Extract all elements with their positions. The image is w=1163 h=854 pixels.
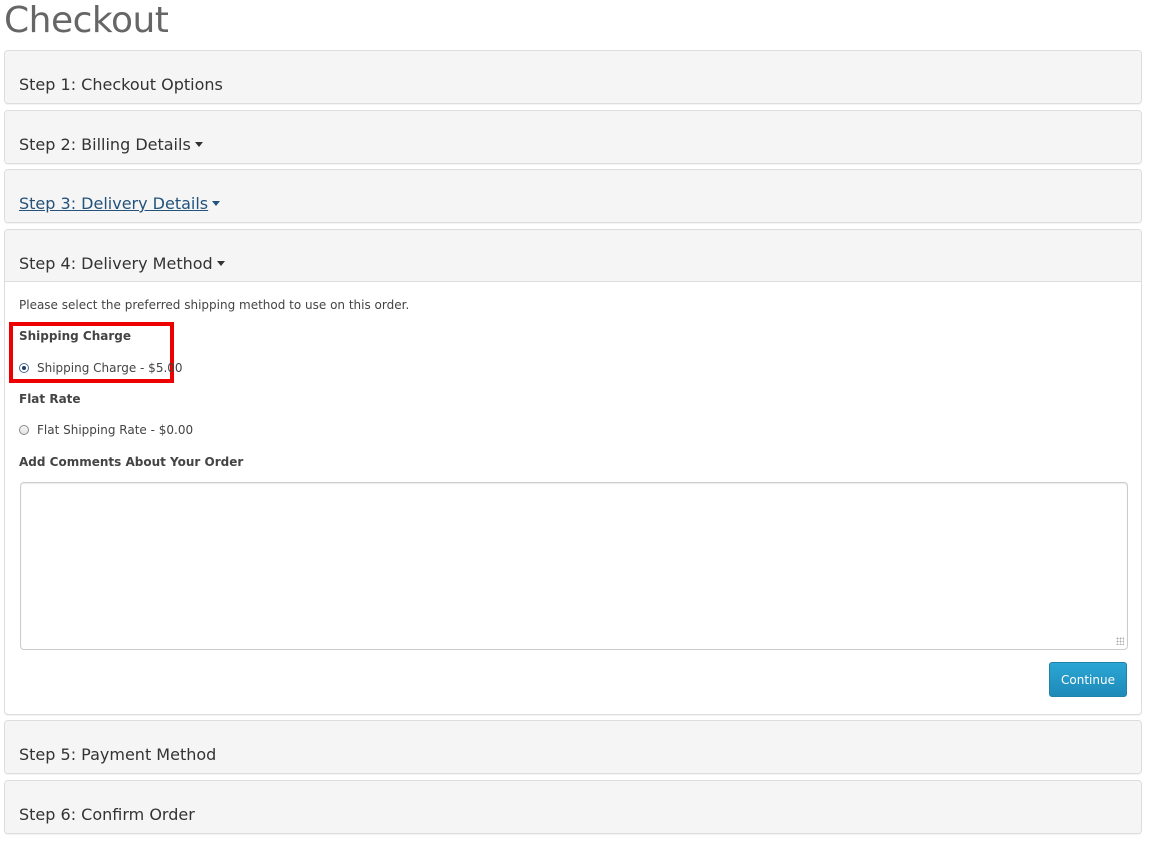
step-3-link[interactable]: Step 3: Delivery Details xyxy=(19,194,221,213)
step-2-title[interactable]: Step 2: Billing Details xyxy=(19,135,191,154)
caret-down-icon xyxy=(194,142,203,147)
radio-unselected-icon[interactable] xyxy=(19,425,29,435)
panel-step-6: Step 6: Confirm Order xyxy=(4,780,1142,834)
step-4-title[interactable]: Step 4: Delivery Method xyxy=(19,254,213,273)
comments-textarea[interactable] xyxy=(20,482,1128,650)
step-5-title: Step 5: Payment Method xyxy=(19,745,217,764)
flat-rate-option-label[interactable]: Flat Shipping Rate - $0.00 xyxy=(37,423,193,437)
delivery-method-body: Please select the preferred shipping met… xyxy=(5,282,1141,712)
continue-button[interactable]: Continue xyxy=(1049,662,1127,697)
caret-down-icon xyxy=(212,201,221,206)
step-1-heading: Step 1: Checkout Options xyxy=(5,51,1141,103)
step-3-heading: Step 3: Delivery Details xyxy=(5,170,1141,222)
shipping-intro-text: Please select the preferred shipping met… xyxy=(19,298,410,312)
panel-step-2: Step 2: Billing Details xyxy=(4,110,1142,164)
step-6-heading: Step 6: Confirm Order xyxy=(5,781,1141,833)
panel-step-3: Step 3: Delivery Details xyxy=(4,169,1142,223)
panel-step-5: Step 5: Payment Method xyxy=(4,720,1142,774)
shipping-charge-group-label: Shipping Charge xyxy=(19,329,131,343)
caret-down-icon xyxy=(216,261,225,266)
comments-label: Add Comments About Your Order xyxy=(19,455,244,469)
panel-step-1: Step 1: Checkout Options xyxy=(4,50,1142,104)
step-6-title: Step 6: Confirm Order xyxy=(19,805,195,824)
flat-rate-group-label: Flat Rate xyxy=(19,392,81,406)
page-title: Checkout xyxy=(4,0,169,41)
step-2-heading[interactable]: Step 2: Billing Details xyxy=(5,111,1141,163)
step-4-heading[interactable]: Step 4: Delivery Method xyxy=(5,230,1141,282)
radio-selected-icon[interactable] xyxy=(19,363,29,373)
flat-rate-option[interactable]: Flat Shipping Rate - $0.00 xyxy=(19,423,193,437)
step-5-heading: Step 5: Payment Method xyxy=(5,721,1141,773)
step-3-title[interactable]: Step 3: Delivery Details xyxy=(19,194,208,213)
step-1-title: Step 1: Checkout Options xyxy=(19,75,223,94)
shipping-charge-option[interactable]: Shipping Charge - $5.00 xyxy=(19,361,183,375)
resize-grip-icon[interactable] xyxy=(1116,637,1124,645)
panel-step-4: Step 4: Delivery Method Please select th… xyxy=(4,229,1142,715)
shipping-charge-option-label[interactable]: Shipping Charge - $5.00 xyxy=(37,361,183,375)
